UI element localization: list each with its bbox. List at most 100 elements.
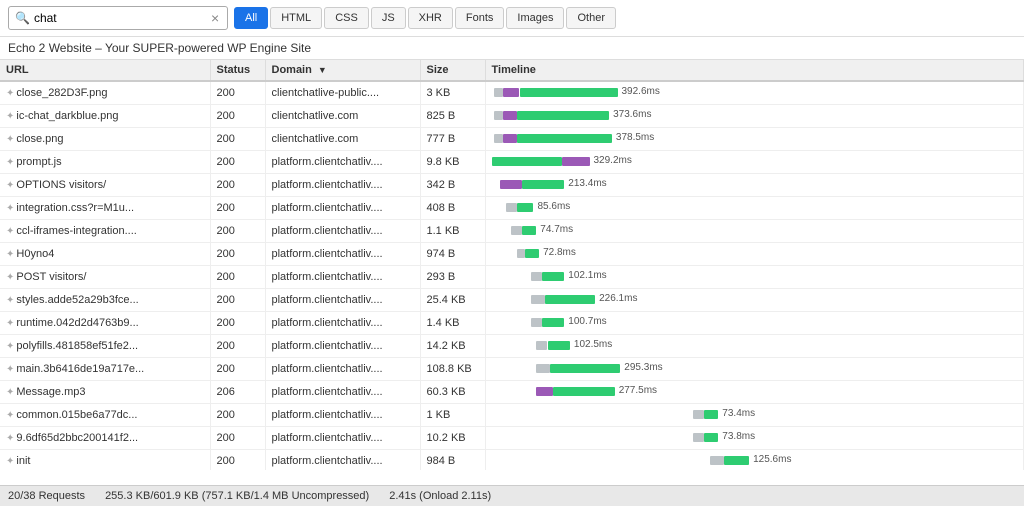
clear-button[interactable]: ×	[211, 10, 219, 26]
filter-tabs: AllHTMLCSSJSXHRFontsImagesOther	[234, 7, 616, 29]
table-row[interactable]: ✦common.015be6a77dc...200platform.client…	[0, 404, 1024, 427]
filter-tab-xhr[interactable]: XHR	[408, 7, 453, 29]
cell-size: 1.4 KB	[420, 312, 485, 335]
cell-timeline: 74.7ms	[485, 220, 1024, 243]
col-header-timeline: Timeline	[485, 60, 1024, 81]
table-row[interactable]: ✦ic-chat_darkblue.png200clientchatlive.c…	[0, 105, 1024, 128]
cell-size: 825 B	[420, 105, 485, 128]
filter-tab-js[interactable]: JS	[371, 7, 406, 29]
timeline-label: 329.2ms	[594, 155, 632, 166]
star-icon[interactable]: ✦	[6, 364, 14, 375]
timeline-bar	[550, 364, 620, 373]
timeline-bar	[545, 295, 595, 304]
cell-status: 200	[210, 289, 265, 312]
table-row[interactable]: ✦Message.mp3206platform.clientchatliv...…	[0, 381, 1024, 404]
star-icon[interactable]: ✦	[6, 318, 14, 329]
timeline-bar	[724, 456, 749, 465]
cell-domain: clientchatlive-public....	[265, 81, 420, 105]
table-row[interactable]: ✦OPTIONS visitors/200platform.clientchat…	[0, 174, 1024, 197]
cell-size: 777 B	[420, 128, 485, 151]
cell-status: 200	[210, 404, 265, 427]
cell-url: ✦common.015be6a77dc...	[0, 404, 210, 427]
table-container[interactable]: URL Status Domain ▼ Size Timeline ✦close…	[0, 60, 1024, 470]
timeline-label: 74.7ms	[540, 224, 573, 235]
cell-status: 200	[210, 151, 265, 174]
timeline-bar	[503, 134, 517, 143]
star-icon[interactable]: ✦	[6, 433, 14, 444]
table-row[interactable]: ✦POST visitors/200platform.clientchatliv…	[0, 266, 1024, 289]
filter-tab-css[interactable]: CSS	[324, 7, 369, 29]
filter-tab-all[interactable]: All	[234, 7, 268, 29]
star-icon[interactable]: ✦	[6, 203, 14, 214]
cell-status: 206	[210, 381, 265, 404]
cell-url: ✦integration.css?r=M1u...	[0, 197, 210, 220]
search-box[interactable]: 🔍 ×	[8, 6, 228, 30]
cell-domain: platform.clientchatliv....	[265, 312, 420, 335]
table-row[interactable]: ✦close_282D3F.png200clientchatlive-publi…	[0, 81, 1024, 105]
timeline-bar	[511, 226, 522, 235]
cell-status: 200	[210, 450, 265, 471]
table-row[interactable]: ✦main.3b6416de19a717e...200platform.clie…	[0, 358, 1024, 381]
timeline-bar	[500, 180, 522, 189]
col-header-domain[interactable]: Domain ▼	[265, 60, 420, 81]
timeline-bar	[710, 456, 724, 465]
timeline-bar	[542, 318, 564, 327]
timeline-bar	[562, 157, 590, 166]
cell-size: 60.3 KB	[420, 381, 485, 404]
requests-count: 20/38 Requests	[8, 490, 85, 502]
filter-tab-other[interactable]: Other	[566, 7, 616, 29]
star-icon[interactable]: ✦	[6, 157, 14, 168]
star-icon[interactable]: ✦	[6, 249, 14, 260]
table-row[interactable]: ✦styles.adde52a29b3fce...200platform.cli…	[0, 289, 1024, 312]
star-icon[interactable]: ✦	[6, 111, 14, 122]
cell-size: 974 B	[420, 243, 485, 266]
timeline-bar	[494, 134, 502, 143]
timeline-label: 73.4ms	[722, 408, 755, 419]
cell-timeline: 85.6ms	[485, 197, 1024, 220]
table-row[interactable]: ✦init200platform.clientchatliv....984 B1…	[0, 450, 1024, 471]
table-row[interactable]: ✦integration.css?r=M1u...200platform.cli…	[0, 197, 1024, 220]
filter-tab-fonts[interactable]: Fonts	[455, 7, 505, 29]
star-icon[interactable]: ✦	[6, 134, 14, 145]
table-row[interactable]: ✦prompt.js200platform.clientchatliv....9…	[0, 151, 1024, 174]
star-icon[interactable]: ✦	[6, 88, 14, 99]
timeline-label: 85.6ms	[538, 201, 571, 212]
table-row[interactable]: ✦runtime.042d2d4763b9...200platform.clie…	[0, 312, 1024, 335]
timeline-bar	[536, 341, 547, 350]
star-icon[interactable]: ✦	[6, 341, 14, 352]
star-icon[interactable]: ✦	[6, 226, 14, 237]
cell-timeline: 72.8ms	[485, 243, 1024, 266]
timeline-label: 102.1ms	[568, 270, 606, 281]
cell-url: ✦close.png	[0, 128, 210, 151]
timeline-bar	[522, 226, 536, 235]
timeline-bar	[492, 157, 562, 166]
table-row[interactable]: ✦H0yno4200platform.clientchatliv....974 …	[0, 243, 1024, 266]
star-icon[interactable]: ✦	[6, 410, 14, 421]
cell-status: 200	[210, 266, 265, 289]
filter-tab-html[interactable]: HTML	[270, 7, 322, 29]
table-row[interactable]: ✦9.6df65d2bbc200141f2...200platform.clie…	[0, 427, 1024, 450]
cell-timeline: 226.1ms	[485, 289, 1024, 312]
requests-table: URL Status Domain ▼ Size Timeline ✦close…	[0, 60, 1024, 470]
star-icon[interactable]: ✦	[6, 295, 14, 306]
site-title: Echo 2 Website – Your SUPER-powered WP E…	[0, 37, 1024, 60]
cell-domain: platform.clientchatliv....	[265, 404, 420, 427]
cell-url: ✦OPTIONS visitors/	[0, 174, 210, 197]
table-row[interactable]: ✦polyfills.481858ef51fe2...200platform.c…	[0, 335, 1024, 358]
cell-url: ✦POST visitors/	[0, 266, 210, 289]
star-icon[interactable]: ✦	[6, 387, 14, 398]
table-header-row: URL Status Domain ▼ Size Timeline	[0, 60, 1024, 81]
filter-tab-images[interactable]: Images	[506, 7, 564, 29]
cell-domain: clientchatlive.com	[265, 128, 420, 151]
star-icon[interactable]: ✦	[6, 272, 14, 283]
search-input[interactable]	[34, 11, 209, 25]
cell-url: ✦H0yno4	[0, 243, 210, 266]
star-icon[interactable]: ✦	[6, 180, 14, 191]
table-row[interactable]: ✦ccl-iframes-integration....200platform.…	[0, 220, 1024, 243]
table-row[interactable]: ✦close.png200clientchatlive.com777 B378.…	[0, 128, 1024, 151]
timeline-bar	[704, 433, 718, 442]
star-icon[interactable]: ✦	[6, 456, 14, 467]
status-bar: 20/38 Requests 255.3 KB/601.9 KB (757.1 …	[0, 485, 1024, 506]
timeline-bar	[503, 111, 517, 120]
timeline-bar	[517, 249, 525, 258]
